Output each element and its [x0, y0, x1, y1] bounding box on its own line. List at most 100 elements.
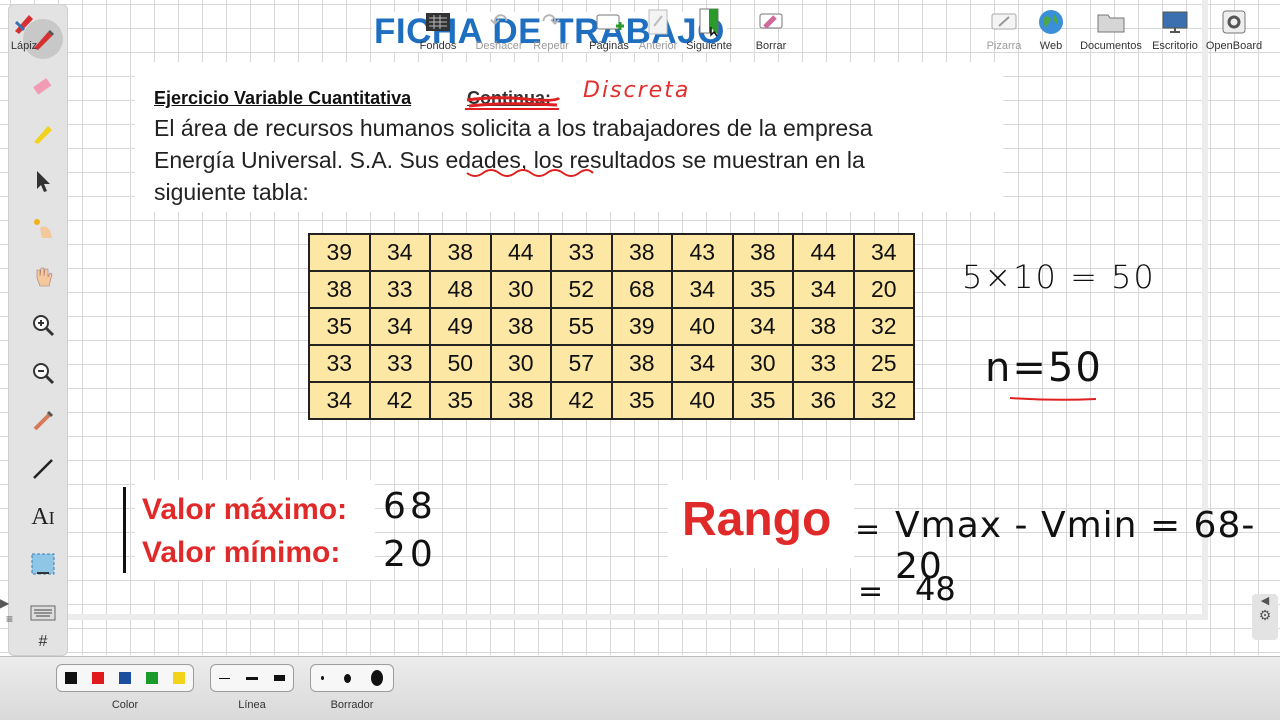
table-cell: 38 [489, 307, 552, 346]
borrar-label: Borrar [755, 40, 787, 52]
pizarra-label: Pizarra [986, 40, 1022, 52]
line-thick[interactable] [273, 675, 285, 681]
screenshot-icon[interactable] [23, 545, 63, 585]
redo-icon: ↷ [541, 9, 561, 34]
undo-icon: ↶ [489, 9, 509, 34]
table-cell: 30 [489, 344, 552, 383]
line-medium[interactable] [246, 676, 258, 680]
pointer-icon[interactable] [23, 161, 63, 201]
eraser-icon[interactable] [23, 65, 63, 105]
eraser-medium[interactable] [344, 673, 351, 683]
rango-result-equals: = [858, 574, 884, 609]
deshacer-label: Deshacer [475, 40, 523, 52]
note-n: n=50 [985, 345, 1103, 391]
problem-statement: Ejercicio Variable Cuantitativa Continua… [135, 62, 1003, 212]
vmin-term: Vmin [1040, 505, 1138, 546]
rango-result: 48 [915, 570, 956, 608]
palette-expand-icon[interactable]: ▶ [0, 596, 9, 610]
deshacer-button[interactable]: ↶ Deshacer [474, 4, 524, 52]
openboard-button[interactable]: OpenBoard [1204, 4, 1264, 52]
table-cell: 38 [308, 270, 371, 309]
escritorio-button[interactable]: Escritorio [1150, 4, 1200, 52]
table-cell: 20 [852, 270, 915, 309]
keyboard-icon[interactable] [23, 593, 63, 633]
note-product: 5×10 = 50 [962, 258, 1156, 296]
line-group [210, 664, 294, 692]
color-black[interactable] [64, 672, 77, 684]
color-yellow[interactable] [172, 672, 185, 684]
table-cell: 38 [731, 233, 794, 272]
table-cell: 25 [852, 344, 915, 383]
color-green[interactable] [145, 672, 158, 684]
color-group [56, 664, 194, 692]
documentos-button[interactable]: Documentos [1076, 4, 1146, 52]
text-icon[interactable]: AI [23, 497, 63, 537]
siguiente-label: Siguiente [686, 40, 732, 52]
table-cell: 35 [731, 270, 794, 309]
eraser-small[interactable] [321, 676, 325, 680]
table-row: 34 42 35 38 42 35 40 35 36 32 [308, 381, 915, 420]
table-cell: 39 [308, 233, 371, 272]
table-cell: 50 [429, 344, 492, 383]
table-cell: 57 [550, 344, 613, 383]
laser-icon[interactable] [23, 209, 63, 249]
table-cell: 38 [792, 307, 855, 346]
highlighter-icon[interactable] [23, 113, 63, 153]
color-label: Color [111, 699, 139, 711]
strike-annotation [465, 96, 561, 110]
table-cell: 68 [610, 270, 673, 309]
linea-label: Línea [238, 699, 266, 711]
table-cell: 38 [610, 344, 673, 383]
paginas-label: Páginas [589, 40, 629, 52]
fondos-button[interactable]: Fondos [416, 4, 460, 52]
hand-icon[interactable] [23, 257, 63, 297]
tool-palette: AI # [8, 4, 68, 656]
line-thin[interactable] [219, 677, 231, 679]
grid-icon[interactable]: # [23, 631, 63, 653]
table-cell: 38 [610, 233, 673, 272]
web-button[interactable]: Web [1034, 4, 1068, 52]
borrar-button[interactable]: Borrar [750, 4, 792, 52]
zoom-in-icon[interactable] [23, 305, 63, 345]
table-cell: 34 [308, 381, 371, 420]
siguiente-button[interactable]: Siguiente [684, 4, 734, 52]
lapiz-button[interactable]: Lápiz [6, 4, 42, 52]
table-cell: 42 [368, 381, 431, 420]
n-underline [1009, 397, 1097, 401]
right-panel-toggle[interactable]: ◀ ⚙ [1252, 594, 1278, 640]
ages-table: 39 34 38 44 33 38 43 38 44 34 38 33 48 30 52 68 34 35 34 20… [308, 233, 915, 420]
palette-menu-icon[interactable]: ≡ [6, 612, 13, 626]
color-blue[interactable] [118, 672, 131, 684]
table-cell: 34 [671, 270, 734, 309]
table-cell: 33 [792, 344, 855, 383]
table-cell: 34 [368, 233, 431, 272]
pizarra-button[interactable]: Pizarra [984, 4, 1024, 52]
line-icon[interactable] [23, 449, 63, 489]
eraser-large[interactable] [370, 670, 383, 686]
table-cell: 44 [792, 233, 855, 272]
table-cell: 30 [731, 344, 794, 383]
repetir-button[interactable]: ↷ Repetir [530, 4, 572, 52]
rango-label: Rango [682, 493, 832, 546]
zoom-out-icon[interactable] [23, 353, 63, 393]
problem-line-1: El área de recursos humanos solicita a l… [154, 115, 873, 141]
table-cell: 34 [368, 307, 431, 346]
capture-icon[interactable] [23, 401, 63, 441]
table-cell: 35 [610, 381, 673, 420]
color-red[interactable] [91, 672, 104, 684]
table-cell: 33 [550, 233, 613, 272]
vmax-term: Vmax [895, 505, 1003, 546]
anterior-button[interactable]: Anterior [636, 4, 680, 52]
fondos-label: Fondos [419, 40, 457, 52]
table-cell: 38 [429, 233, 492, 272]
table-cell: 38 [489, 381, 552, 420]
openboard-label: OpenBoard [1205, 40, 1263, 52]
minmax-bar [123, 487, 126, 573]
table-cell: 52 [550, 270, 613, 309]
table-cell: 43 [671, 233, 734, 272]
table-cell: 39 [610, 307, 673, 346]
paginas-button[interactable]: Páginas [588, 4, 630, 52]
rango-equals: = [855, 512, 881, 547]
borrador-label: Borrador [330, 699, 374, 711]
table-cell: 40 [671, 381, 734, 420]
